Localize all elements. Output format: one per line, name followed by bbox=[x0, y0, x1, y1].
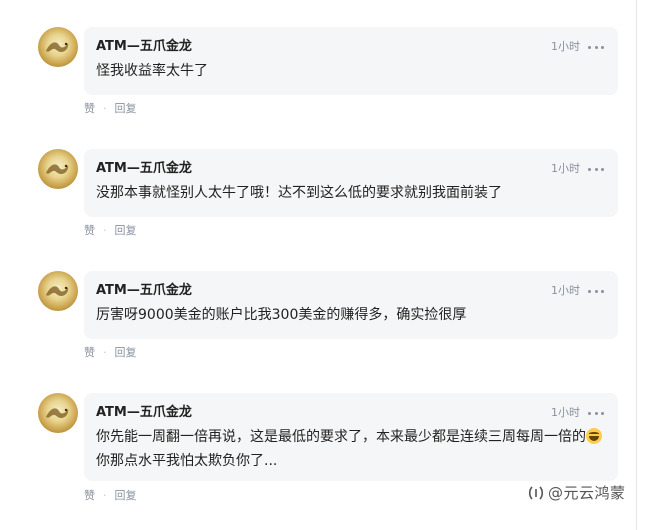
avatar[interactable] bbox=[38, 271, 78, 311]
watermark-text: @元云鸿蒙 bbox=[548, 484, 626, 502]
comment-thread: ATM—五爪金龙 1小时 怪我收益率太牛了 赞 · 回复 ATM—五爪金龙 1小… bbox=[0, 0, 649, 530]
comment-text-part: 你那点水平我怕太欺负你了... bbox=[96, 453, 278, 469]
comment-text: 你先能一周翻一倍再说，这是最低的要求了，本来最少都是连续三周每周一倍的你那点水平… bbox=[96, 425, 606, 473]
reply-button[interactable]: 回复 bbox=[115, 345, 137, 361]
comment-time: 1小时 bbox=[551, 40, 580, 53]
comment-actions: 赞 · 回复 bbox=[84, 101, 137, 117]
avatar[interactable] bbox=[38, 27, 78, 67]
action-divider: · bbox=[103, 224, 107, 237]
comment-author[interactable]: ATM—五爪金龙 bbox=[96, 403, 606, 423]
action-divider: · bbox=[103, 489, 107, 502]
like-button[interactable]: 赞 bbox=[84, 345, 95, 361]
dragon-avatar-icon bbox=[46, 286, 69, 296]
more-options-icon[interactable] bbox=[588, 281, 604, 301]
like-button[interactable]: 赞 bbox=[84, 101, 95, 117]
comment-item: ATM—五爪金龙 1小时 厉害呀9000美金的账户比我300美金的赚得多，确实捡… bbox=[38, 271, 618, 366]
comment-bubble: ATM—五爪金龙 1小时 厉害呀9000美金的账户比我300美金的赚得多，确实捡… bbox=[84, 271, 618, 339]
comment-bubble: ATM—五爪金龙 1小时 怪我收益率太牛了 bbox=[84, 27, 618, 95]
comment-actions: 赞 · 回复 bbox=[84, 488, 137, 504]
avatar[interactable] bbox=[38, 393, 78, 433]
like-button[interactable]: 赞 bbox=[84, 223, 95, 239]
watermark: @元云鸿蒙 bbox=[527, 482, 626, 503]
comment-time: 1小时 bbox=[551, 162, 580, 175]
grinning-face-emoji-icon bbox=[586, 428, 602, 444]
more-options-icon[interactable] bbox=[588, 37, 604, 57]
comment-text: 怪我收益率太牛了 bbox=[96, 63, 208, 79]
comment-author[interactable]: ATM—五爪金龙 bbox=[96, 159, 606, 179]
comment-meta: 1小时 bbox=[551, 281, 604, 301]
comment-bubble: ATM—五爪金龙 1小时 你先能一周翻一倍再说，这是最低的要求了，本来最少都是连… bbox=[84, 393, 618, 481]
action-divider: · bbox=[103, 102, 107, 115]
panel-border bbox=[636, 0, 637, 530]
reply-button[interactable]: 回复 bbox=[115, 488, 137, 504]
comment-author[interactable]: ATM—五爪金龙 bbox=[96, 37, 606, 57]
like-button[interactable]: 赞 bbox=[84, 488, 95, 504]
comment-actions: 赞 · 回复 bbox=[84, 223, 137, 239]
avatar[interactable] bbox=[38, 149, 78, 189]
action-divider: · bbox=[103, 346, 107, 359]
watermark-logo-icon bbox=[528, 485, 544, 500]
comment-item: ATM—五爪金龙 1小时 怪我收益率太牛了 赞 · 回复 bbox=[38, 27, 618, 122]
comment-item: ATM—五爪金龙 1小时 没那本事就怪别人太牛了哦！达不到这么低的要求就别我面前… bbox=[38, 149, 618, 244]
comment-actions: 赞 · 回复 bbox=[84, 345, 137, 361]
comment-time: 1小时 bbox=[551, 284, 580, 297]
comment-bubble: ATM—五爪金龙 1小时 没那本事就怪别人太牛了哦！达不到这么低的要求就别我面前… bbox=[84, 149, 618, 217]
comment-meta: 1小时 bbox=[551, 37, 604, 57]
dragon-avatar-icon bbox=[46, 164, 69, 174]
dragon-avatar-icon bbox=[46, 408, 69, 418]
dragon-avatar-icon bbox=[46, 42, 69, 52]
more-options-icon[interactable] bbox=[588, 159, 604, 179]
comment-meta: 1小时 bbox=[551, 403, 604, 423]
comment-text-part: 你先能一周翻一倍再说，这是最低的要求了，本来最少都是连续三周每周一倍的 bbox=[96, 429, 586, 445]
comment-text: 没那本事就怪别人太牛了哦！达不到这么低的要求就别我面前装了 bbox=[96, 185, 502, 201]
comment-text: 厉害呀9000美金的账户比我300美金的赚得多，确实捡很厚 bbox=[96, 307, 467, 323]
comment-meta: 1小时 bbox=[551, 159, 604, 179]
more-options-icon[interactable] bbox=[588, 403, 604, 423]
reply-button[interactable]: 回复 bbox=[115, 101, 137, 117]
comment-time: 1小时 bbox=[551, 406, 580, 419]
reply-button[interactable]: 回复 bbox=[115, 223, 137, 239]
comment-author[interactable]: ATM—五爪金龙 bbox=[96, 281, 606, 301]
